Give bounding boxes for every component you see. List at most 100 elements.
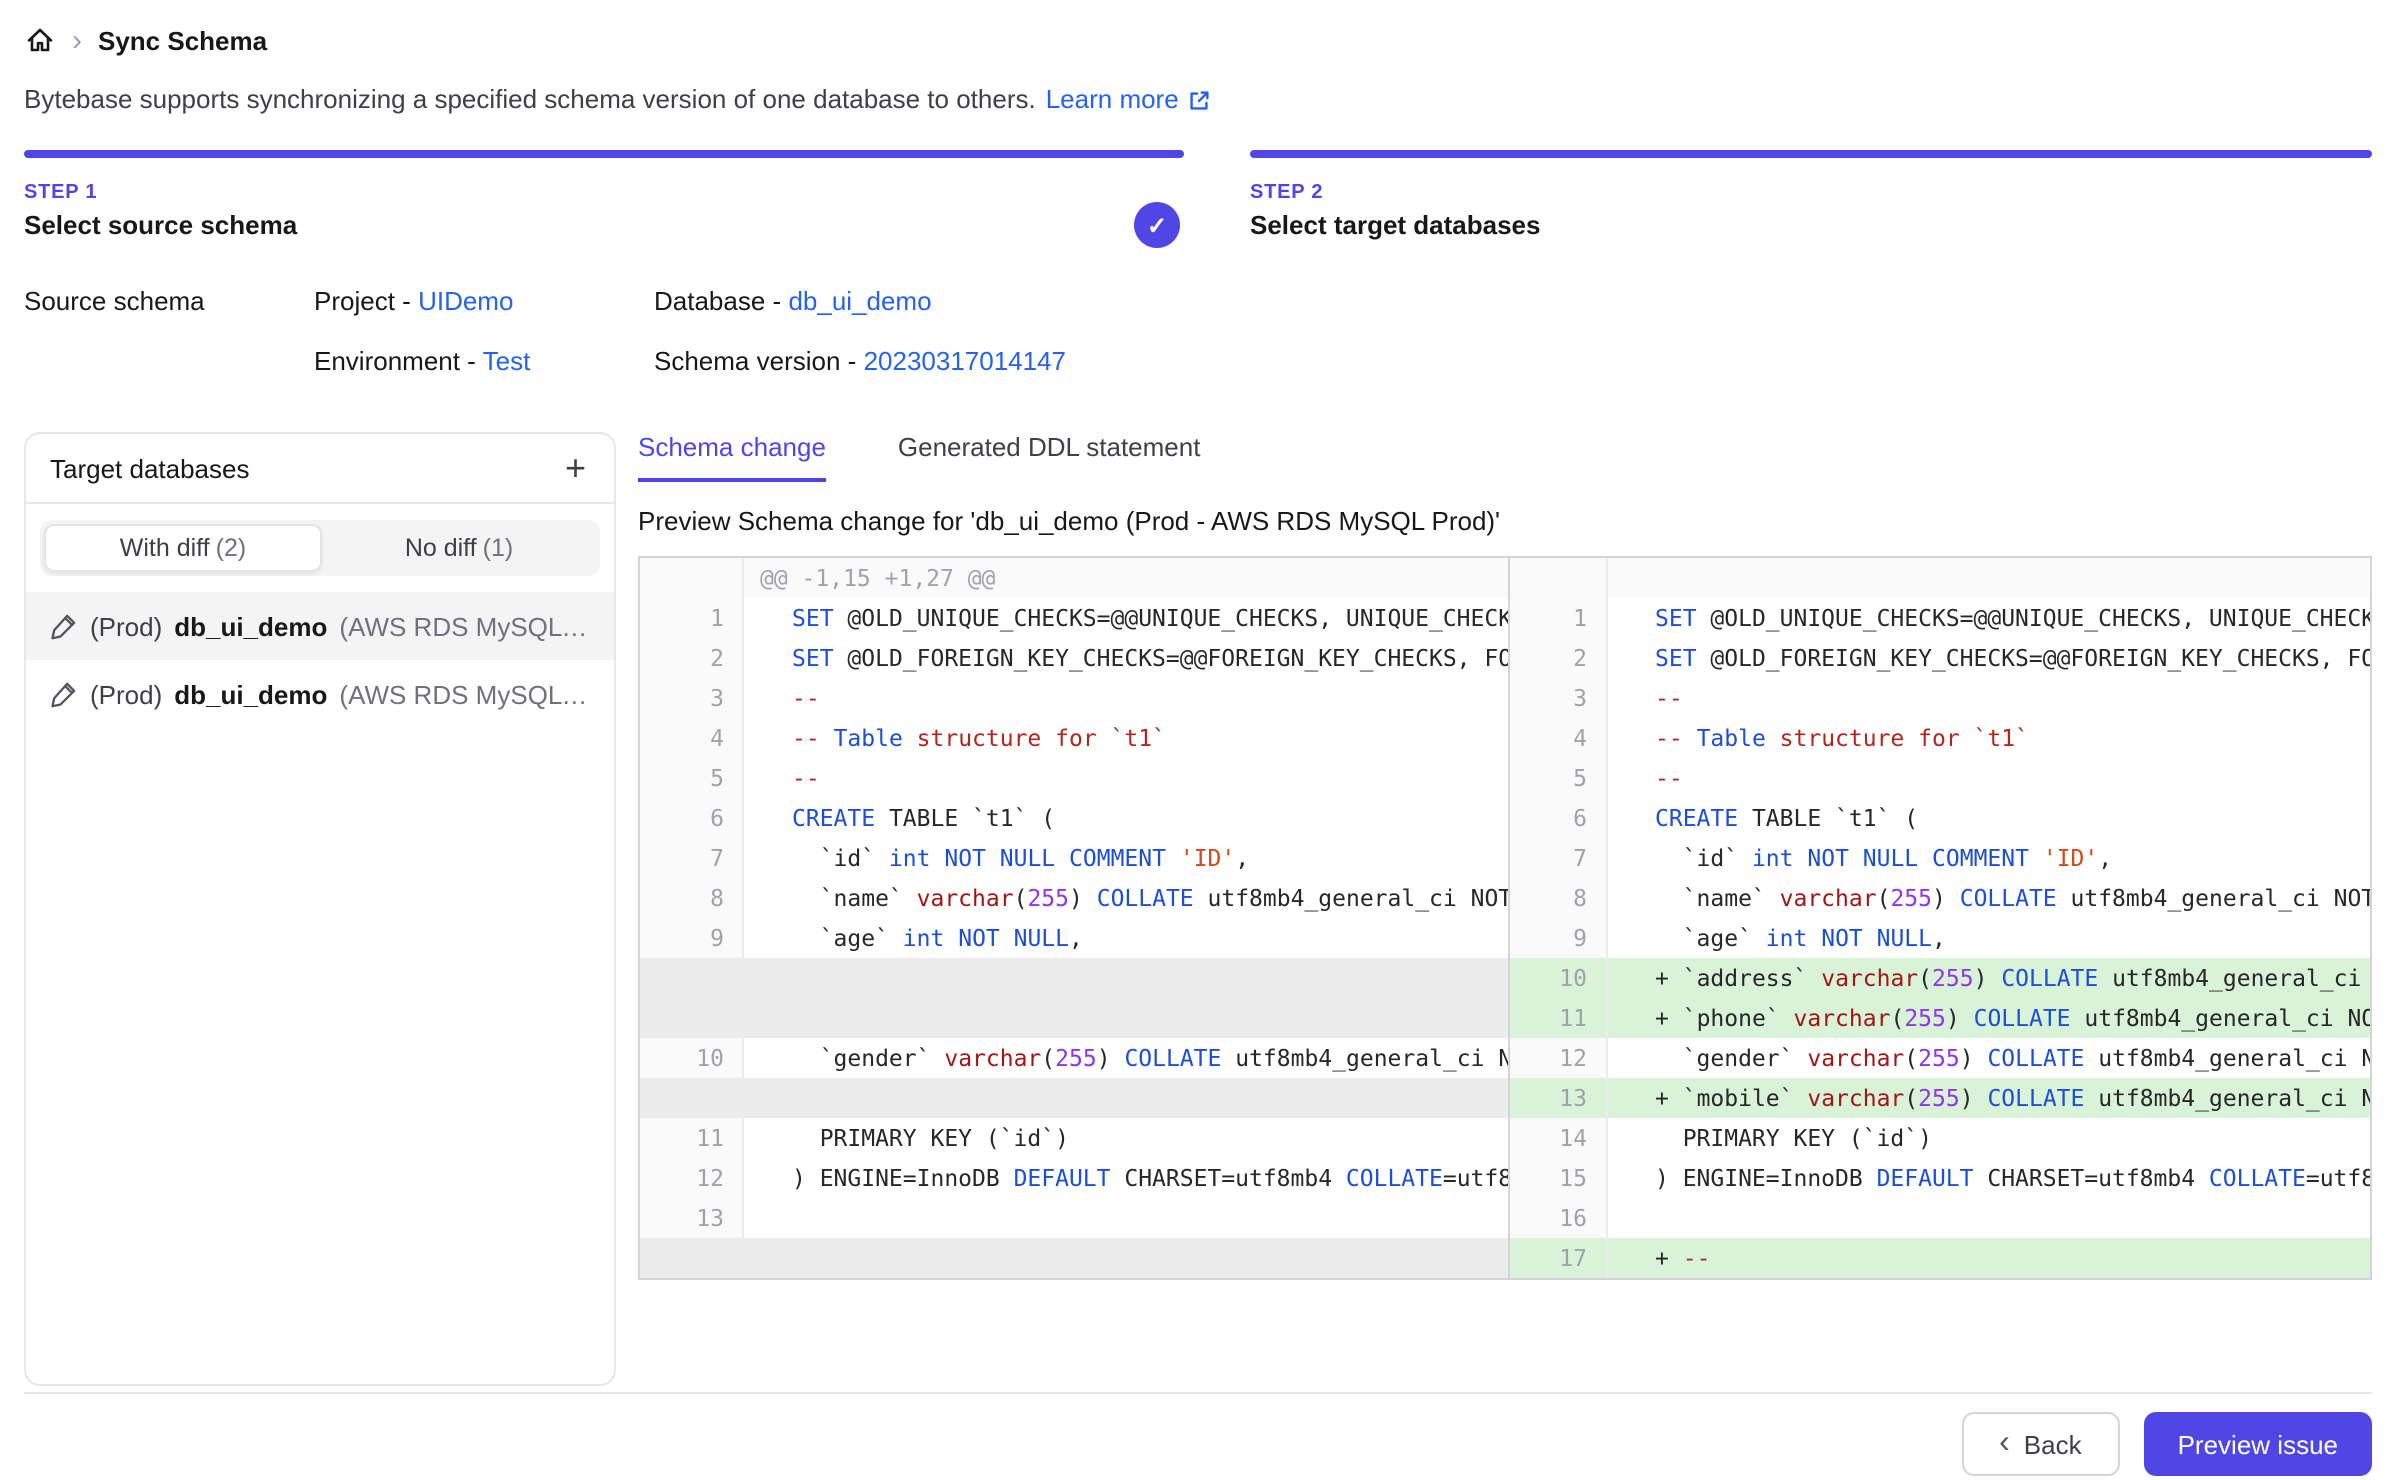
schema-preview-section: Schema change Generated DDL statement Pr…: [638, 432, 2372, 1386]
diff-code-line: SET @OLD_UNIQUE_CHECKS=@@UNIQUE_CHECKS, …: [1607, 598, 2370, 638]
target-databases-title: Target databases: [50, 453, 249, 483]
target-databases-header: Target databases +: [26, 434, 614, 504]
database-edit-icon: [50, 680, 78, 708]
diff-code-line: + --: [1607, 1238, 2370, 1278]
chevron-left-icon: ‹: [1999, 1428, 2010, 1460]
page-description: Bytebase supports synchronizing a specif…: [24, 82, 2372, 118]
diff-filter-tabs: With diff (2) No diff (1): [40, 520, 600, 576]
description-text: Bytebase supports synchronizing a specif…: [24, 84, 1036, 114]
step-complete-check-icon: ✓: [1134, 202, 1180, 248]
diff-code-line: SET @OLD_FOREIGN_KEY_CHECKS=@@FOREIGN_KE…: [1607, 638, 2370, 678]
diff-line-number: 15: [1507, 1158, 1607, 1198]
tab-with-diff[interactable]: With diff (2): [44, 524, 322, 572]
diff-line-number: 4: [640, 718, 744, 758]
diff-code-line: ) ENGINE=InnoDB DEFAULT CHARSET=utf8mb4 …: [744, 1158, 1507, 1198]
home-icon[interactable]: [24, 24, 56, 56]
diff-code-line: --: [1607, 678, 2370, 718]
step-2-progress-bar: [1250, 150, 2372, 158]
diff-code-line: --: [744, 678, 1507, 718]
diff-code-line: ) ENGINE=InnoDB DEFAULT CHARSET=utf8mb4 …: [1607, 1158, 2370, 1198]
diff-gutter: [1507, 558, 1607, 598]
database-field: Database - db_ui_demo: [654, 284, 2372, 320]
schema-version-link[interactable]: 20230317014147: [864, 346, 1066, 376]
diff-line-number: 16: [1507, 1198, 1607, 1238]
diff-code-line: `id` int NOT NULL COMMENT 'ID',: [744, 838, 1507, 878]
diff-code-line: --: [1607, 758, 2370, 798]
diff-code-line: [1607, 558, 2370, 598]
source-schema-label: Source schema: [24, 284, 314, 320]
diff-code-line: + `phone` varchar(255) COLLATE utf8mb4_g…: [1607, 998, 2370, 1038]
diff-code-line: CREATE TABLE `t1` (: [744, 798, 1507, 838]
diff-line-number: 17: [1507, 1238, 1607, 1278]
target-databases-panel: Target databases + With diff (2) No diff…: [24, 432, 616, 1386]
diff-line-number: 9: [640, 918, 744, 958]
database-instance: (AWS RDS MySQL Prod): [339, 679, 590, 709]
diff-line-number: [640, 1238, 744, 1278]
diff-line-number: 8: [640, 878, 744, 918]
diff-line-number: 11: [640, 1118, 744, 1158]
preview-issue-button[interactable]: Preview issue: [2144, 1412, 2372, 1476]
diff-line-number: 9: [1507, 918, 1607, 958]
diff-code-line: SET @OLD_FOREIGN_KEY_CHECKS=@@FOREIGN_KE…: [744, 638, 1507, 678]
diff-line-number: 11: [1507, 998, 1607, 1038]
diff-line-number: 4: [1507, 718, 1607, 758]
diff-code-line: [744, 1078, 1507, 1118]
target-database-item[interactable]: (Prod) db_ui_demo (AWS RDS MySQL Prod): [26, 592, 614, 660]
diff-line-number: [640, 958, 744, 998]
database-name: db_ui_demo: [174, 679, 327, 709]
database-environment: (Prod): [90, 611, 162, 641]
tab-generated-ddl[interactable]: Generated DDL statement: [898, 432, 1201, 482]
diff-line-number: 2: [1507, 638, 1607, 678]
database-name: db_ui_demo: [174, 611, 327, 641]
database-link[interactable]: db_ui_demo: [788, 286, 931, 316]
diff-line-number: 13: [1507, 1078, 1607, 1118]
steps: STEP 1 Select source schema ✓ STEP 2 Sel…: [24, 150, 2372, 240]
diff-line-number: 10: [640, 1038, 744, 1078]
diff-code-line: --: [744, 758, 1507, 798]
diff-line-number: 1: [640, 598, 744, 638]
diff-code-line: `age` int NOT NULL,: [1607, 918, 2370, 958]
diff-line-number: 7: [1507, 838, 1607, 878]
footer-actions: ‹ Back Preview issue: [24, 1412, 2372, 1476]
diff-line-number: 2: [640, 638, 744, 678]
target-database-list: (Prod) db_ui_demo (AWS RDS MySQL Prod) (…: [26, 592, 614, 728]
preview-title: Preview Schema change for 'db_ui_demo (P…: [638, 506, 2372, 536]
diff-line-number: [640, 998, 744, 1038]
diff-added-sign: +: [1655, 964, 1683, 992]
environment-link[interactable]: Test: [483, 346, 531, 376]
diff-line-number: 5: [1507, 758, 1607, 798]
source-schema-section: Source schema Project - UIDemo Database …: [24, 284, 2372, 380]
step-2-title: Select target databases: [1250, 210, 2372, 240]
project-field: Project - UIDemo: [314, 284, 654, 320]
diff-line-number: 7: [640, 838, 744, 878]
tab-no-diff[interactable]: No diff (1): [322, 524, 596, 572]
diff-line-number: 5: [640, 758, 744, 798]
tab-schema-change[interactable]: Schema change: [638, 432, 826, 482]
database-edit-icon: [50, 612, 78, 640]
diff-line-number: 8: [1507, 878, 1607, 918]
diff-code-line: `age` int NOT NULL,: [744, 918, 1507, 958]
project-link[interactable]: UIDemo: [418, 286, 513, 316]
diff-code-line: PRIMARY KEY (`id`): [1607, 1118, 2370, 1158]
diff-added-sign: +: [1655, 1244, 1683, 1272]
diff-line-number: 6: [640, 798, 744, 838]
diff-code-line: -- Table structure for `t1`: [744, 718, 1507, 758]
database-instance: (AWS RDS MySQL Prod): [339, 611, 590, 641]
target-database-item[interactable]: (Prod) db_ui_demo (AWS RDS MySQL Prod): [26, 660, 614, 728]
external-link-icon: [1187, 87, 1213, 113]
learn-more-link[interactable]: Learn more: [1046, 82, 1213, 118]
no-diff-count: (1): [483, 534, 514, 562]
back-button[interactable]: ‹ Back: [1961, 1412, 2119, 1476]
diff-code-line: SET @OLD_UNIQUE_CHECKS=@@UNIQUE_CHECKS, …: [744, 598, 1507, 638]
page-title: Sync Schema: [98, 25, 267, 55]
diff-line-number: 13: [640, 1198, 744, 1238]
add-target-database-button[interactable]: +: [561, 452, 590, 484]
schema-diff-viewer[interactable]: @@ -1,15 +1,27 @@1SET @OLD_UNIQUE_CHECKS…: [638, 556, 2372, 1280]
diff-code-line: + `address` varchar(255) COLLATE utf8mb4…: [1607, 958, 2370, 998]
diff-code-line: -- Table structure for `t1`: [1607, 718, 2370, 758]
step-2-label: STEP 2: [1250, 182, 2372, 204]
diff-code-line: [744, 958, 1507, 998]
database-environment: (Prod): [90, 679, 162, 709]
sync-schema-page: › Sync Schema Bytebase supports synchron…: [0, 0, 2396, 1480]
diff-line-number: 10: [1507, 958, 1607, 998]
